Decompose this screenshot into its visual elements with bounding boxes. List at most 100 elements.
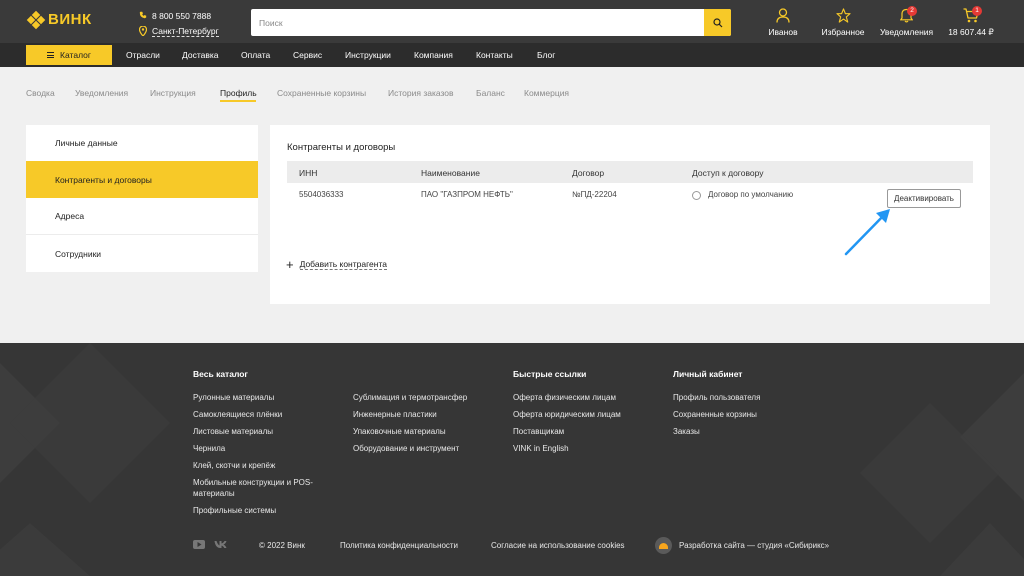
developer-credit-link[interactable]: Разработка сайта — студия «Сибирикс» [679, 541, 829, 550]
table-header: ИНН Наименование Договор Доступ к догово… [287, 161, 973, 183]
sidebar-item-employees[interactable]: Сотрудники [26, 235, 258, 272]
footer: Весь каталог Рулонные материалы Самоклея… [0, 343, 1024, 576]
tab-balance[interactable]: Баланс [476, 88, 505, 98]
tab-commerce[interactable]: Коммерция [524, 88, 569, 98]
tab-profile[interactable]: Профиль [220, 88, 257, 98]
notifications-badge: 2 [907, 6, 917, 16]
sibirix-logo-icon [655, 537, 672, 554]
search-button[interactable] [704, 9, 731, 36]
sidebar-item-label: Адреса [55, 211, 85, 221]
pointer-arrow-icon [844, 209, 890, 256]
logo[interactable]: ВИНК [26, 10, 92, 29]
add-contractor-button[interactable]: + Добавить контрагента [286, 256, 387, 272]
sidebar-item-addresses[interactable]: Адреса [26, 198, 258, 235]
tab-notifications[interactable]: Уведомления [75, 88, 128, 98]
vk-icon[interactable] [214, 540, 227, 549]
catalog-label: Каталог [60, 50, 91, 60]
footer-link[interactable]: Оферта физическим лицам [513, 392, 616, 403]
footer-link[interactable]: Чернила [193, 443, 225, 454]
cell-contract: №ПД-22204 [572, 190, 617, 199]
sidebar-item-label: Контрагенты и договоры [55, 174, 152, 185]
star-icon [835, 8, 851, 23]
footer-account-title: Личный кабинет [673, 369, 743, 379]
city-selector[interactable]: Санкт-Петербург [152, 26, 219, 37]
privacy-policy-link[interactable]: Политика конфиденциальности [340, 541, 458, 550]
footer-link[interactable]: Упаковочные материалы [353, 426, 446, 437]
default-contract-radio[interactable] [692, 191, 701, 200]
footer-link[interactable]: Сублимация и термотрансфер [353, 392, 467, 403]
location-pin-icon [138, 24, 148, 38]
cookies-consent-link[interactable]: Согласие на использование cookies [491, 541, 625, 550]
footer-link[interactable]: Сохраненные корзины [673, 409, 757, 420]
logo-text: ВИНК [48, 11, 92, 28]
active-tab-indicator [220, 100, 256, 102]
logo-icon [26, 10, 46, 29]
nav-link-instructions[interactable]: Инструкции [345, 50, 391, 60]
nav-link-contacts[interactable]: Контакты [476, 50, 513, 60]
contact-block: 8 800 550 7888 Санкт-Петербург [138, 9, 219, 41]
favorites-label: Избранное [821, 27, 865, 37]
notifications-button[interactable]: 2 Уведомления [880, 6, 934, 37]
footer-link[interactable]: Самоклеящиеся плёнки [193, 409, 282, 420]
footer-link[interactable]: Клей, скотчи и крепёж [193, 460, 275, 471]
nav-link-payment[interactable]: Оплата [241, 50, 270, 60]
catalog-button[interactable]: Каталог [26, 45, 112, 65]
search-input[interactable] [251, 9, 691, 36]
nav-link-delivery[interactable]: Доставка [182, 50, 219, 60]
nav-link-company[interactable]: Компания [414, 50, 453, 60]
footer-link[interactable]: Оборудование и инструмент [353, 443, 459, 454]
column-header-access: Доступ к договору [692, 168, 764, 178]
footer-link[interactable]: Профильные системы [193, 505, 276, 516]
phone-number[interactable]: 8 800 550 7888 [152, 11, 211, 21]
youtube-icon[interactable] [193, 540, 205, 549]
footer-link[interactable]: VINK in English [513, 443, 569, 454]
add-contractor-label: Добавить контрагента [299, 259, 387, 270]
deactivate-button[interactable]: Деактивировать [887, 189, 961, 208]
footer-link[interactable]: Профиль пользователя [673, 392, 760, 403]
column-header-inn: ИНН [299, 168, 318, 178]
favorites-button[interactable]: Избранное [820, 7, 866, 37]
cart-button[interactable]: 1 18 607.44 ₽ [948, 6, 994, 38]
cart-badge: 1 [972, 6, 982, 16]
tab-order-history[interactable]: История заказов [388, 88, 454, 98]
footer-link[interactable]: Инженерные пластики [353, 409, 437, 420]
search-bar [251, 9, 731, 36]
nav-link-service[interactable]: Сервис [293, 50, 322, 60]
cell-access: Договор по умолчанию [708, 190, 794, 199]
cell-inn: 5504036333 [299, 190, 344, 199]
sidebar-item-contractors[interactable]: Контрагенты и договоры [26, 161, 258, 198]
menu-icon [47, 52, 55, 58]
user-name: Иванов [768, 27, 798, 37]
footer-link[interactable]: Оферта юридическим лицам [513, 409, 621, 420]
tab-instruction[interactable]: Инструкция [150, 88, 196, 98]
sidebar-item-personal-data[interactable]: Личные данные [26, 125, 258, 162]
footer-link[interactable]: Поставщикам [513, 426, 564, 437]
phone-icon [138, 11, 148, 21]
cart-total: 18 607.44 ₽ [948, 27, 994, 37]
nav-link-blog[interactable]: Блог [537, 50, 555, 60]
top-header: ВИНК 8 800 550 7888 Санкт-Петербург Иван… [0, 0, 1024, 43]
tab-summary[interactable]: Сводка [26, 88, 55, 98]
nav-link-industries[interactable]: Отрасли [126, 50, 160, 60]
column-header-contract: Договор [572, 168, 605, 178]
footer-link[interactable]: Листовые материалы [193, 426, 273, 437]
footer-catalog-title: Весь каталог [193, 369, 248, 379]
footer-link[interactable]: Заказы [673, 426, 700, 437]
notifications-label: Уведомления [880, 27, 934, 37]
page-title: Контрагенты и договоры [287, 142, 396, 153]
profile-sidebar: Личные данные Контрагенты и договоры Адр… [26, 125, 258, 272]
sidebar-item-label: Сотрудники [55, 248, 102, 259]
cell-name: ПАО "ГАЗПРОМ НЕФТЬ" [421, 190, 513, 199]
plus-icon: + [286, 256, 294, 272]
column-header-name: Наименование [421, 168, 480, 178]
tab-saved-carts[interactable]: Сохраненные корзины [277, 88, 366, 98]
main-nav: Каталог Отрасли Доставка Оплата Сервис И… [0, 43, 1024, 67]
footer-link[interactable]: Рулонные материалы [193, 392, 274, 403]
footer-link[interactable]: Мобильные конструкции и POS-материалы [193, 477, 323, 499]
sidebar-item-label: Личные данные [55, 138, 118, 148]
search-icon [712, 17, 722, 27]
copyright: © 2022 Винк [259, 541, 305, 550]
user-profile-button[interactable]: Иванов [768, 7, 798, 37]
user-icon [776, 8, 790, 23]
footer-quick-links-title: Быстрые ссылки [513, 369, 587, 379]
